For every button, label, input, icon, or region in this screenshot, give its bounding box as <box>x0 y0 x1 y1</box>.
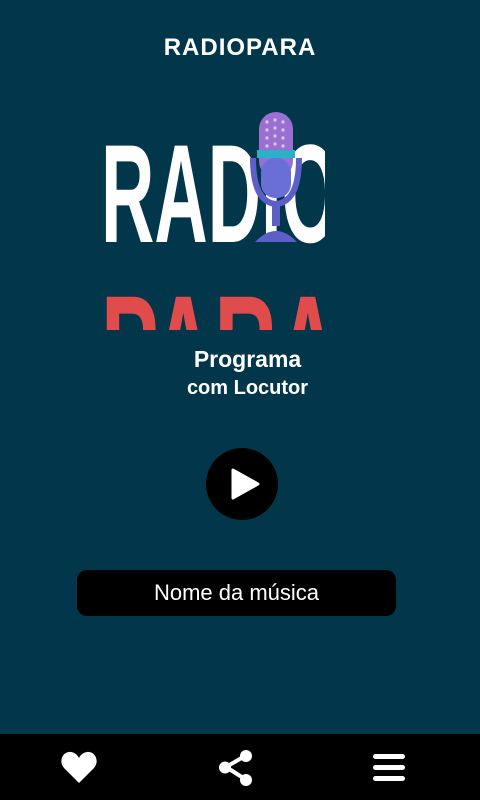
song-name-box: Nome da música <box>77 570 396 616</box>
play-icon <box>231 468 260 500</box>
bottom-nav-bar <box>0 734 480 800</box>
heart-icon <box>61 751 97 783</box>
play-button[interactable] <box>206 448 278 520</box>
program-subtitle: com Locutor <box>186 377 309 399</box>
menu-button[interactable] <box>369 748 409 788</box>
song-name: Nome da música <box>153 580 320 605</box>
logo-text-bottom: PARA <box>105 264 325 330</box>
share-icon <box>219 750 252 786</box>
radio-logo: RADIO PARA <box>105 112 325 330</box>
menu-icon <box>373 754 405 781</box>
program-title: Programa <box>193 346 302 372</box>
favorite-button[interactable] <box>59 748 99 788</box>
app-title: RADIOPARA <box>163 34 317 61</box>
share-button[interactable] <box>216 748 256 788</box>
